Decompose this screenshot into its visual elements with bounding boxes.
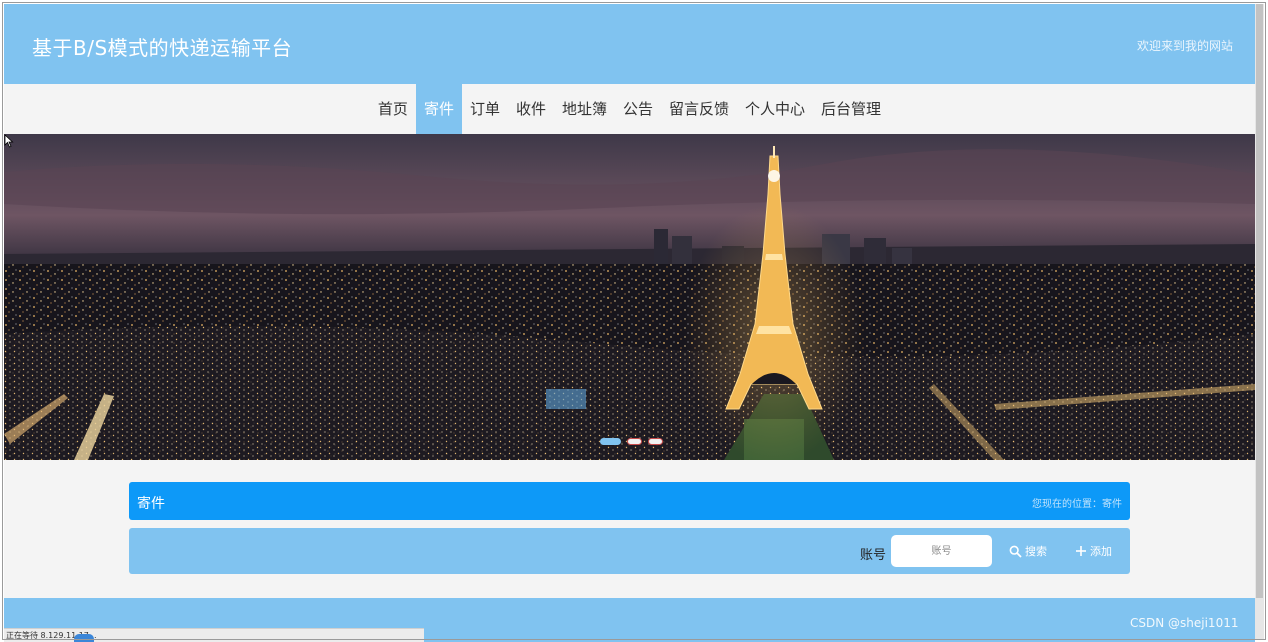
nav-item-receive[interactable]: 收件 <box>508 84 554 134</box>
search-button-label: 搜索 <box>1025 545 1047 558</box>
account-input[interactable] <box>891 535 992 567</box>
browser-viewport: 基于B/S模式的快递运输平台 欢迎来到我的网站 首页 寄件 订单 收件 地址簿 … <box>4 4 1255 642</box>
nav-item-admin[interactable]: 后台管理 <box>813 84 889 134</box>
nav-item-profile[interactable]: 个人中心 <box>737 84 813 134</box>
site-title: 基于B/S模式的快递运输平台 <box>32 36 293 60</box>
nav-item-announcements[interactable]: 公告 <box>615 84 661 134</box>
welcome-text: 欢迎来到我的网站 <box>1136 39 1233 53</box>
main-nav: 首页 寄件 订单 收件 地址簿 公告 留言反馈 个人中心 后台管理 <box>4 84 1255 134</box>
section-title: 寄件 <box>137 496 165 512</box>
carousel-dot-1[interactable] <box>600 438 621 445</box>
carousel-indicators <box>600 438 663 445</box>
nav-item-orders[interactable]: 订单 <box>462 84 508 134</box>
nav-item-address-book[interactable]: 地址簿 <box>554 84 615 134</box>
mouse-cursor-icon <box>4 134 14 148</box>
nav-item-send[interactable]: 寄件 <box>415 84 462 134</box>
add-button[interactable]: 添加 <box>1075 542 1112 560</box>
plus-icon <box>1076 546 1086 556</box>
banner-carousel[interactable]: ✳ <box>4 134 1255 460</box>
scrollbar-thumb[interactable] <box>1256 4 1263 598</box>
banner-city-night-image <box>4 134 1255 460</box>
search-button[interactable]: 搜索 <box>1009 542 1047 560</box>
breadcrumb: 您现在的位置：寄件 <box>1032 499 1122 510</box>
add-button-label: 添加 <box>1090 545 1112 558</box>
search-bar: 账号 搜索 添加 <box>129 528 1130 574</box>
account-label: 账号 <box>860 548 887 563</box>
carousel-dot-3[interactable] <box>648 438 663 445</box>
site-header: 基于B/S模式的快递运输平台 欢迎来到我的网站 <box>4 4 1255 84</box>
watermark: CSDN @sheji1011 <box>1130 616 1239 630</box>
magnifier-icon <box>1009 545 1022 558</box>
nav-item-feedback[interactable]: 留言反馈 <box>661 84 737 134</box>
carousel-dot-2[interactable] <box>627 438 642 445</box>
browser-status-bar: 正在等待 8.129.11.17... <box>4 628 424 642</box>
section-header: 寄件 您现在的位置：寄件 <box>129 482 1130 520</box>
status-progress-icon <box>74 634 94 642</box>
nav-item-home[interactable]: 首页 <box>370 84 416 134</box>
